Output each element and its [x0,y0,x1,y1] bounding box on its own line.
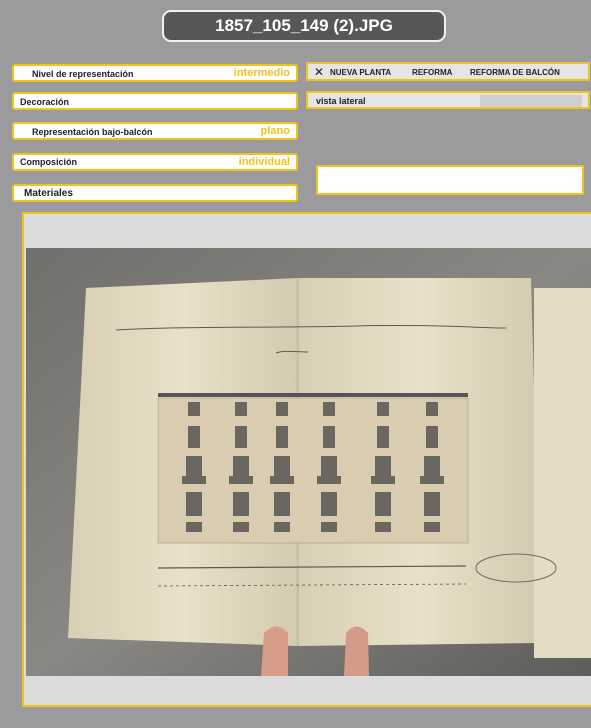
document-photo [26,248,591,676]
composicion-value: individual [238,156,290,168]
close-icon[interactable]: ✕ [314,65,324,79]
nivel-value: intermedio [233,67,290,79]
nivel-label: Nivel de representación [32,69,134,79]
option-reforma-balcon[interactable]: REFORMA DE BALCÓN [470,68,560,77]
decoracion-field[interactable]: Decoración [12,92,298,110]
vista-label: vista lateral [316,96,366,106]
vista-field[interactable]: vista lateral [306,91,590,109]
representacion-field[interactable]: Representación bajo-balcón plano [12,122,298,140]
option-reforma[interactable]: REFORMA [412,68,452,77]
nivel-field[interactable]: Nivel de representación intermedio [12,64,298,82]
composicion-label: Composición [20,157,78,167]
image-viewer [22,212,591,707]
file-title: 1857_105_149 (2).JPG [162,10,446,42]
vista-slider[interactable] [480,95,582,107]
composicion-field[interactable]: Composición individual [12,153,298,171]
materiales-field[interactable]: Materiales [12,184,298,202]
notes-box[interactable] [316,165,584,195]
representacion-label: Representación bajo-balcón [32,127,153,137]
decoracion-label: Decoración [20,97,70,107]
materiales-label: Materiales [24,188,73,199]
option-nueva-planta[interactable]: NUEVA PLANTA [330,68,391,77]
tipo-options[interactable]: ✕ NUEVA PLANTA REFORMA REFORMA DE BALCÓN [306,62,590,81]
representacion-value: plano [260,125,290,137]
